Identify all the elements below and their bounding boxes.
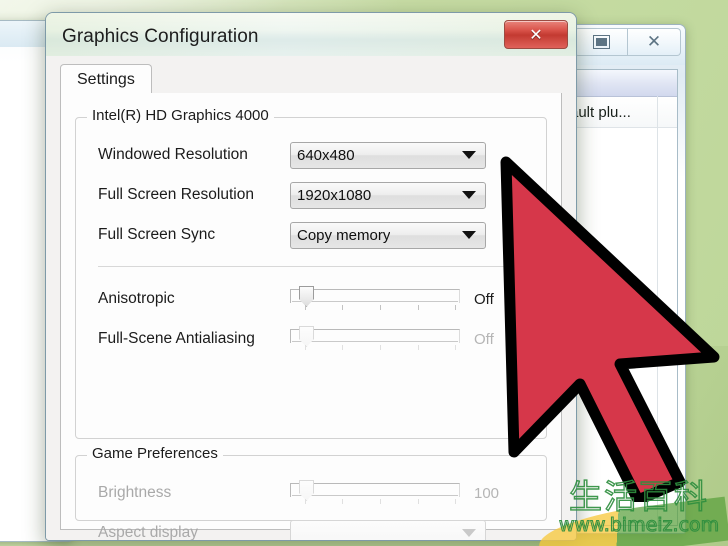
chevron-down-icon [462,529,476,537]
slider-ticks [290,499,458,505]
restore-window-button[interactable] [574,28,628,56]
slider-track[interactable] [290,329,460,343]
slider-line [292,495,458,496]
group-game-preferences-caption: Game Preferences [87,445,223,462]
slider-ticks [290,305,458,311]
slider-tick [380,345,381,350]
slider-tick [380,499,381,504]
slider-track[interactable] [290,483,460,497]
slider-full-scene-antialiasing[interactable] [290,324,460,354]
row-anisotropic: Anisotropic Off [76,284,546,314]
row-brightness: Brightness 100 [76,478,546,508]
row-windowed-resolution: Windowed Resolution 640x480 [76,140,546,170]
slider-tick [455,499,456,504]
list-header [569,70,677,97]
slider-ticks [290,345,458,351]
slider-thumb[interactable] [299,326,314,347]
close-x-icon: ✕ [529,25,543,44]
slider-track[interactable] [290,289,460,303]
label-full-screen-resolution: Full Screen Resolution [98,186,254,203]
chevron-down-icon [462,191,476,199]
combo-aspect-display[interactable] [290,519,486,540]
combo-windowed-resolution-value: 640x480 [297,146,355,164]
slider-tick [380,305,381,310]
slider-tick [342,305,343,310]
combo-full-screen-resolution-value: 1920x1080 [297,186,372,204]
close-x-icon: ✕ [646,31,662,52]
dialog-close-button[interactable]: ✕ [504,20,568,49]
graphics-configuration-dialog: Graphics Configuration ✕ Settings Intel(… [45,12,577,541]
group-intel-graphics: Intel(R) HD Graphics 4000 Windowed Resol… [75,107,547,439]
slider-anisotropic[interactable] [290,284,460,314]
tab-settings-label: Settings [77,71,135,88]
slider-brightness[interactable] [290,478,460,508]
slider-tick [418,499,419,504]
slider-line [292,341,458,342]
row-full-scene-antialiasing: Full-Scene Antialiasing Off [76,324,546,354]
slider-tick [455,345,456,350]
group-intel-graphics-caption: Intel(R) HD Graphics 4000 [87,107,274,124]
slider-thumb[interactable] [299,480,314,501]
list-column-divider [657,96,658,525]
background-window-right[interactable]: ✕ ault plu... [560,24,686,534]
slider-tick [418,345,419,350]
settings-panel: Intel(R) HD Graphics 4000 Windowed Resol… [60,93,562,540]
background-window-right-controls: ✕ [574,28,681,56]
tab-strip: Settings [60,64,562,96]
row-full-screen-sync: Full Screen Sync Copy memory [76,220,546,250]
slider-tick [455,305,456,310]
tab-settings[interactable]: Settings [60,64,152,96]
combo-full-screen-sync-value: Copy memory [297,226,391,244]
label-aspect-display: Aspect display [98,524,198,541]
restore-window-icon [592,35,610,49]
label-full-scene-antialiasing: Full-Scene Antialiasing [98,330,255,347]
background-window-list[interactable]: ault plu... [568,69,678,526]
dialog-body: Settings Intel(R) HD Graphics 4000 Windo… [46,56,576,540]
row-aspect-display: Aspect display [76,518,546,541]
label-brightness: Brightness [98,484,172,501]
section-divider [98,266,524,267]
slider-tick [305,305,306,310]
label-anisotropic: Anisotropic [98,290,175,307]
chevron-down-icon [462,231,476,239]
slider-line [292,301,458,302]
chevron-down-icon [462,151,476,159]
list-item[interactable]: ault plu... [569,97,677,128]
slider-tick [305,499,306,504]
label-full-screen-sync: Full Screen Sync [98,226,216,243]
slider-tick [418,305,419,310]
close-window-button[interactable]: ✕ [628,28,681,56]
combo-windowed-resolution[interactable]: 640x480 [290,141,486,169]
slider-tick [305,345,306,350]
dialog-title: Graphics Configuration [62,26,259,47]
row-full-screen-resolution: Full Screen Resolution 1920x1080 [76,180,546,210]
combo-full-screen-resolution[interactable]: 1920x1080 [290,181,486,209]
value-anisotropic: Off [474,290,494,308]
value-full-scene-antialiasing: Off [474,330,494,348]
slider-tick [342,499,343,504]
screen-root: ✕ ault plu... Graphics Configuration ✕ S… [0,0,728,546]
value-brightness: 100 [474,484,500,502]
label-windowed-resolution: Windowed Resolution [98,146,248,163]
combo-full-screen-sync[interactable]: Copy memory [290,221,486,249]
slider-thumb[interactable] [299,286,314,307]
group-game-preferences: Game Preferences Brightness 100 Aspect d… [75,445,547,540]
list-item-label: ault plu... [570,103,631,121]
slider-tick [342,345,343,350]
